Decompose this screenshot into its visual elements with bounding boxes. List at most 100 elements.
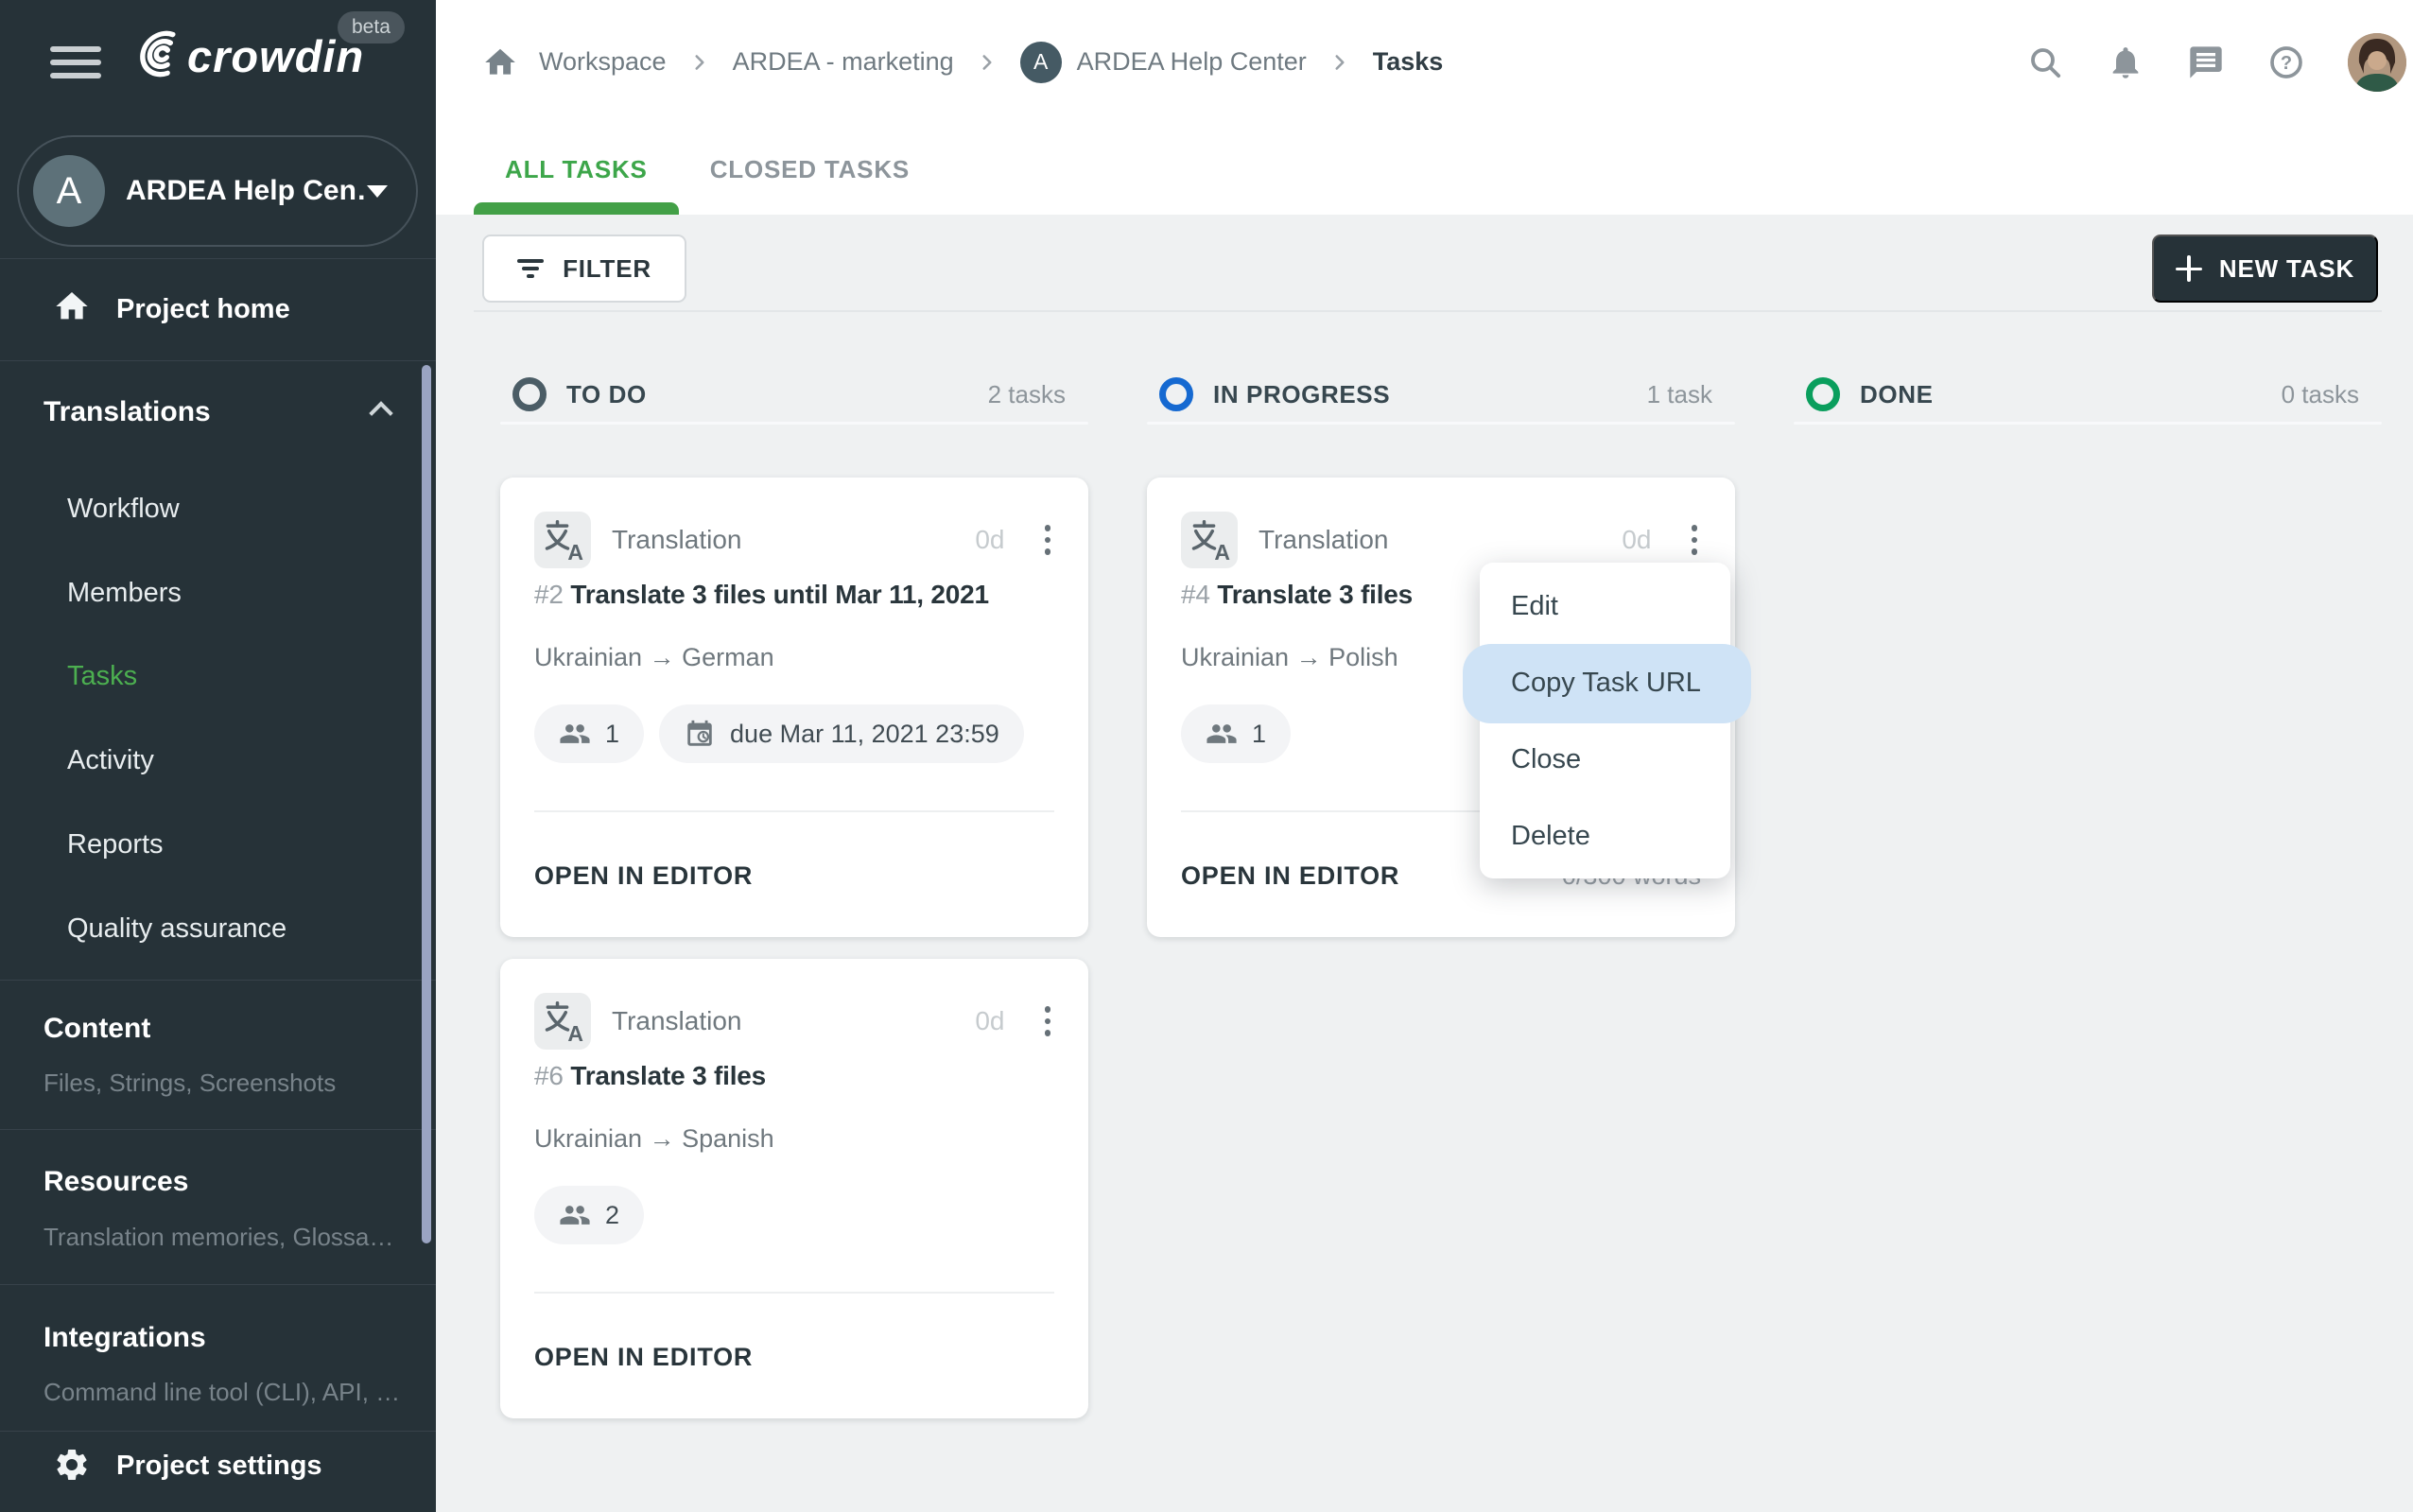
project-name: ARDEA Help Cen… [126, 175, 367, 207]
sidebar-section-resources-subtitle: Translation memories, Glossa… [43, 1220, 393, 1254]
divider [534, 1292, 1054, 1294]
open-in-editor-link[interactable]: OPEN IN EDITOR [534, 860, 753, 892]
svg-text:?: ? [2281, 53, 2292, 74]
open-in-editor-link[interactable]: OPEN IN EDITOR [534, 1341, 753, 1373]
filter-button[interactable]: FILTER [482, 235, 686, 303]
crowdin-logo-icon [130, 28, 183, 84]
column-title: TO DO [566, 380, 647, 409]
sidebar-section-translations[interactable]: Translations [43, 395, 211, 429]
task-type-label: Translation [612, 1006, 741, 1036]
due-date-chip: due Mar 11, 2021 23:59 [659, 704, 1024, 763]
kebab-menu-icon[interactable] [1041, 521, 1055, 559]
crowdin-logo[interactable]: crowdin [130, 28, 364, 84]
plus-icon [2176, 255, 2202, 282]
assignees-chip: 1 [1181, 704, 1291, 763]
new-task-button[interactable]: NEW TASK [2152, 235, 2378, 303]
chat-icon[interactable] [2187, 43, 2225, 81]
column-task-count: 1 task [1647, 380, 1712, 409]
sidebar-section-integrations[interactable]: Integrations [43, 1321, 206, 1355]
translate-icon: A [534, 512, 591, 568]
sidebar-scrollbar[interactable] [422, 365, 431, 1243]
chevron-right-icon [975, 50, 999, 75]
menu-item-edit[interactable]: Edit [1480, 568, 1730, 645]
sidebar-item-tasks[interactable]: Tasks [67, 659, 137, 693]
breadcrumb-item-project-group[interactable]: ARDEA - marketing [733, 47, 954, 77]
column-divider [1147, 422, 1735, 425]
sidebar-section-integrations-subtitle: Command line tool (CLI), API, … [43, 1375, 400, 1409]
new-task-button-label: NEW TASK [2219, 254, 2354, 284]
assignees-chip: 2 [534, 1186, 644, 1244]
target-language: Spanish [682, 1124, 774, 1153]
menu-item-close[interactable]: Close [1480, 721, 1730, 798]
menu-icon[interactable] [50, 46, 101, 86]
assignees-count: 1 [605, 720, 619, 749]
menu-item-delete[interactable]: Delete [1480, 798, 1730, 875]
menu-item-copy-task-url[interactable]: Copy Task URL [1480, 645, 1730, 721]
sidebar-item-members[interactable]: Members [67, 576, 182, 610]
kebab-menu-icon[interactable] [1041, 1002, 1055, 1040]
source-language: Ukrainian [1181, 643, 1289, 671]
divider [0, 1129, 436, 1130]
sidebar-section-resources[interactable]: Resources [43, 1165, 188, 1199]
sidebar-item-workflow[interactable]: Workflow [67, 492, 180, 526]
project-selector[interactable]: A ARDEA Help Cen… [17, 135, 418, 247]
task-number: #2 [534, 580, 564, 609]
people-icon [559, 718, 591, 750]
calendar-icon [684, 718, 716, 750]
task-type-label: Translation [1259, 525, 1388, 555]
divider [0, 980, 436, 981]
target-language: Polish [1328, 643, 1398, 671]
task-number: #6 [534, 1061, 564, 1090]
sidebar-item-quality-assurance[interactable]: Quality assurance [67, 912, 286, 946]
in-progress-status-circle-icon [1159, 377, 1193, 411]
open-in-editor-link[interactable]: OPEN IN EDITOR [1181, 860, 1399, 892]
gear-icon [53, 1446, 91, 1488]
beta-badge: beta [338, 11, 405, 43]
divider [0, 1284, 436, 1285]
sidebar-section-content[interactable]: Content [43, 1012, 150, 1046]
tab-all-tasks[interactable]: ALL TASKS [474, 124, 679, 215]
sidebar-item-reports[interactable]: Reports [67, 827, 164, 861]
arrow-right-icon: → [650, 1124, 675, 1153]
breadcrumb: Workspace ARDEA - marketing A ARDEA Help… [482, 0, 1443, 124]
people-icon [1206, 718, 1238, 750]
arrow-right-icon: → [650, 643, 675, 671]
assignees-count: 2 [605, 1201, 619, 1230]
task-language-pair: Ukrainian → Polish [1181, 640, 1398, 674]
task-language-pair: Ukrainian → German [534, 640, 774, 674]
chevron-right-icon [1328, 50, 1352, 75]
chevron-up-icon[interactable] [369, 401, 392, 425]
search-icon[interactable] [2026, 43, 2064, 81]
arrow-right-icon: → [1296, 643, 1322, 671]
breadcrumb-item-project[interactable]: A ARDEA Help Center [1020, 42, 1307, 83]
user-avatar[interactable] [2348, 33, 2406, 92]
done-status-circle-icon [1806, 377, 1840, 411]
help-icon[interactable]: ? [2267, 43, 2305, 81]
home-icon[interactable] [482, 44, 518, 80]
task-card-6[interactable]: A Translation 0d #6 Translate 3 files Uk… [500, 959, 1088, 1418]
breadcrumb-item-workspace[interactable]: Workspace [539, 47, 667, 77]
column-title: DONE [1860, 380, 1934, 409]
translate-icon: A [1181, 512, 1238, 568]
kebab-menu-icon[interactable] [1688, 521, 1702, 559]
filter-icon [517, 259, 544, 278]
bell-icon[interactable] [2107, 43, 2144, 81]
divider [0, 1431, 436, 1432]
people-icon [559, 1199, 591, 1231]
breadcrumb-item-tasks: Tasks [1373, 47, 1444, 77]
task-title: Translate 3 files [1217, 580, 1413, 609]
task-card-2[interactable]: A Translation 0d #2 Translate 3 files un… [500, 478, 1088, 937]
sidebar-item-project-settings[interactable]: Project settings [116, 1449, 322, 1483]
sidebar-item-project-home[interactable]: Project home [116, 292, 290, 326]
tab-closed-tasks-label: CLOSED TASKS [710, 155, 910, 184]
column-to-do: TO DO 2 tasks A [500, 375, 1088, 1418]
breadcrumb-project-avatar: A [1020, 42, 1062, 83]
task-context-menu-items: Edit Copy Task URL Close Delete [1480, 568, 1730, 875]
task-title: Translate 3 files until Mar 11, 2021 [570, 580, 989, 609]
project-avatar: A [33, 155, 105, 227]
task-language-pair: Ukrainian → Spanish [534, 1121, 774, 1156]
divider [0, 258, 436, 259]
task-title: Translate 3 files [570, 1061, 766, 1090]
tab-closed-tasks[interactable]: CLOSED TASKS [679, 124, 941, 215]
sidebar-item-activity[interactable]: Activity [67, 743, 154, 777]
